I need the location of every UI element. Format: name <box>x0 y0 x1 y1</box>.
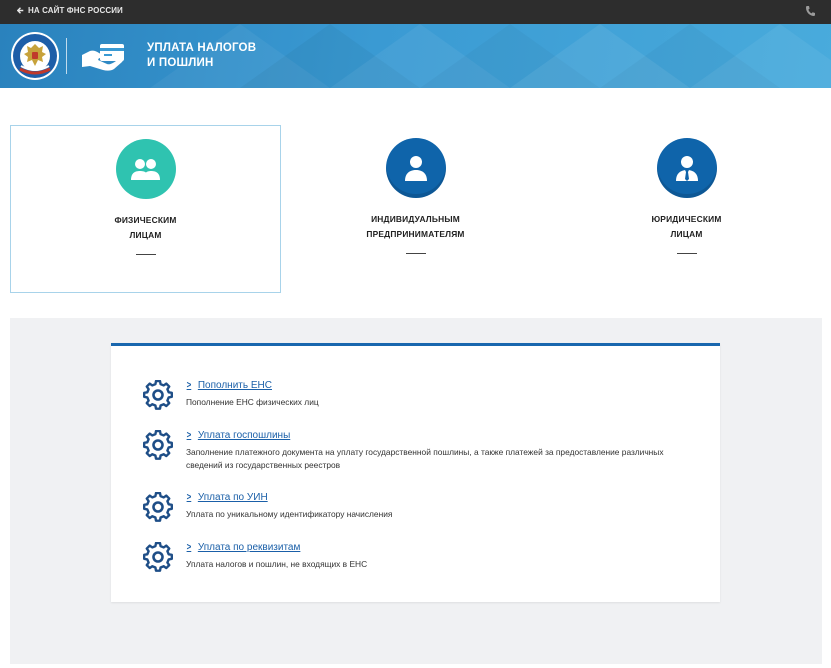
back-to-fns-link[interactable]: НА САЙТ ФНС РОССИИ <box>17 6 123 15</box>
arrow-left-icon <box>17 7 24 14</box>
page-title-line-1: УПЛАТА НАЛОГОВ <box>147 42 257 54</box>
service-link-by-requisites[interactable]: > Уплата по реквизитам <box>186 542 301 553</box>
category-label-line-2: ПРЕДПРИНИМАТЕЛЯМ <box>366 229 465 239</box>
category-label-line-1: ФИЗИЧЕСКИМ <box>114 215 177 225</box>
service-title: Пополнить ЕНС <box>197 380 272 391</box>
chevron-right-icon: > <box>186 430 192 441</box>
person-tie-icon <box>675 156 698 181</box>
header-divider <box>66 38 67 74</box>
category-label-line-2: ЛИЦАМ <box>129 230 162 240</box>
hand-card-icon <box>82 44 124 71</box>
service-title: Уплата по УИН <box>197 492 268 503</box>
category-card-entrepreneurs[interactable]: ИНДИВИДУАЛЬНЫМ ПРЕДПРИНИМАТЕЛЯМ <box>280 125 551 293</box>
category-card-individuals[interactable]: ФИЗИЧЕСКИМ ЛИЦАМ <box>10 125 281 293</box>
page-title: УПЛАТА НАЛОГОВ И ПОШЛИН <box>147 41 287 71</box>
service-description: Пополнение ЕНС физических лиц <box>186 397 319 407</box>
category-underline <box>405 253 426 254</box>
service-description: Уплата налогов и пошлин, не входящих в Е… <box>186 559 368 569</box>
fns-emblem-logo[interactable] <box>10 31 60 81</box>
category-label: ФИЗИЧЕСКИМ ЛИЦАМ <box>11 213 280 243</box>
category-underline <box>676 253 697 254</box>
category-label-line-1: ИНДИВИДУАЛЬНЫМ <box>371 214 460 224</box>
service-description: Уплата по уникальному идентификатору нач… <box>186 509 393 519</box>
service-title: Уплата госпошлины <box>197 430 291 441</box>
category-label-line-1: ЮРИДИЧЕСКИМ <box>651 214 722 224</box>
gear-icon <box>143 430 173 460</box>
person-icon <box>404 156 427 181</box>
gear-icon <box>143 380 173 410</box>
services-list: > Пополнить ЕНС Пополнение ЕНС физических… <box>111 343 720 602</box>
service-title: Уплата по реквизитам <box>197 542 301 553</box>
taxpayer-category-selector: ФИЗИЧЕСКИМ ЛИЦАМ ИНДИВИДУАЛЬНЫМ ПРЕДПРИН… <box>0 125 831 293</box>
gear-icon <box>143 492 173 522</box>
category-icon-circle <box>385 138 446 198</box>
service-link-uin[interactable]: > Уплата по УИН <box>186 492 268 503</box>
chevron-right-icon: > <box>186 542 192 553</box>
service-link-state-duty[interactable]: > Уплата госпошлины <box>186 430 291 441</box>
category-card-legal-entities[interactable]: ЮРИДИЧЕСКИМ ЛИЦАМ <box>551 125 822 293</box>
category-label-line-2: ЛИЦАМ <box>670 229 703 239</box>
category-icon-circle <box>656 138 717 198</box>
category-label: ИНДИВИДУАЛЬНЫМ ПРЕДПРИНИМАТЕЛЯМ <box>280 212 551 242</box>
phone-icon[interactable] <box>805 5 815 17</box>
category-label: ЮРИДИЧЕСКИМ ЛИЦАМ <box>551 212 822 242</box>
category-underline <box>135 254 156 255</box>
people-icon <box>130 159 160 180</box>
service-description: Заполнение платежного документа на уплат… <box>186 447 664 470</box>
gear-icon <box>143 542 173 572</box>
page-title-line-2: И ПОШЛИН <box>147 57 214 69</box>
page-header: УПЛАТА НАЛОГОВ И ПОШЛИН <box>0 24 831 88</box>
category-icon-circle <box>115 139 176 199</box>
back-link-label: НА САЙТ ФНС РОССИИ <box>28 6 123 15</box>
chevron-right-icon: > <box>186 380 192 391</box>
services-panel: > Пополнить ЕНС Пополнение ЕНС физических… <box>10 318 822 664</box>
service-link-top-up-ens[interactable]: > Пополнить ЕНС <box>186 380 272 391</box>
top-bar: НА САЙТ ФНС РОССИИ <box>0 0 831 24</box>
chevron-right-icon: > <box>186 492 192 503</box>
